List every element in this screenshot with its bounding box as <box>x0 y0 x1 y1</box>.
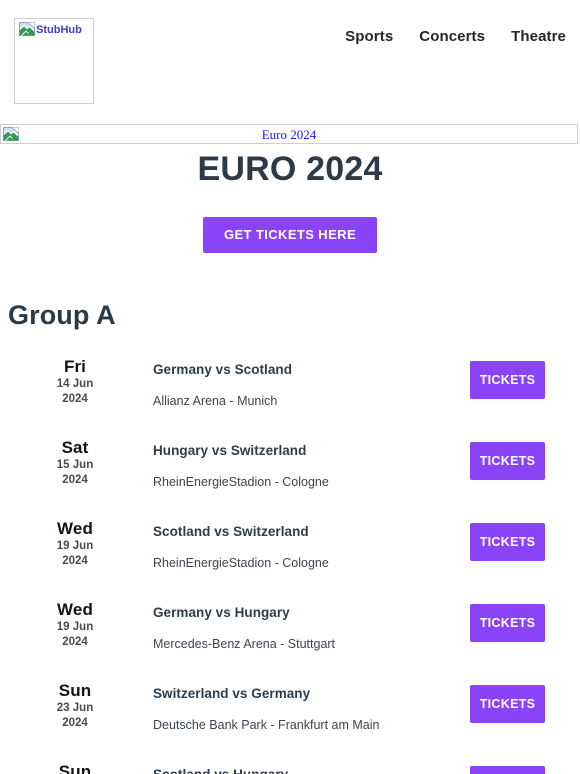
tickets-button[interactable]: TICKETS <box>470 442 545 480</box>
match-date-dm: 19 Jun <box>56 540 94 552</box>
match-year: 2024 <box>62 393 88 405</box>
match-info: Germany vs Hungary Mercedes-Benz Arena -… <box>153 604 420 653</box>
match-date: Fri 14 Jun 2024 <box>20 356 130 407</box>
match-venue: RheinEnergieStadion - Cologne <box>153 556 329 570</box>
match-venue: Deutsche Bank Park - Frankfurt am Main <box>153 718 380 732</box>
match-title[interactable]: Hungary vs Switzerland <box>153 442 420 460</box>
match-venue: Allianz Arena - Munich <box>153 394 278 408</box>
cta-container: GET TICKETS HERE <box>0 217 580 253</box>
hero-banner-image[interactable]: Euro 2024 <box>0 124 578 144</box>
match-date: Sun <box>20 761 130 774</box>
match-date-dm: 19 Jun <box>56 621 94 633</box>
match-day: Fri <box>63 357 87 376</box>
match-date-dm: 15 Jun <box>56 459 94 471</box>
match-day: Sun <box>58 762 92 774</box>
site-logo[interactable]: StubHub <box>14 18 94 104</box>
nav-link-theatre[interactable]: Theatre <box>511 28 566 45</box>
match-info: Germany vs Scotland Allianz Arena - Muni… <box>153 361 420 410</box>
match-info: Hungary vs Switzerland RheinEnergieStadi… <box>153 442 420 491</box>
match-date: Wed 19 Jun 2024 <box>20 599 130 650</box>
group-heading: Group A <box>8 300 116 330</box>
broken-image-icon <box>19 22 35 36</box>
match-title[interactable]: Germany vs Scotland <box>153 361 420 379</box>
match-list: Fri 14 Jun 2024 Germany vs Scotland Alli… <box>0 352 580 774</box>
match-row: Wed 19 Jun 2024 Scotland vs Switzerland … <box>0 514 580 595</box>
match-row: Sat 15 Jun 2024 Hungary vs Switzerland R… <box>0 433 580 514</box>
logo-alt-text: StubHub <box>36 24 82 36</box>
match-day: Sun <box>58 681 92 700</box>
main-navigation: Sports Concerts Theatre <box>345 28 566 45</box>
page-root: StubHub Sports Concerts Theatre Euro 202… <box>0 0 580 774</box>
match-info: Scotland vs Hungary <box>153 766 420 774</box>
match-date-dm: 23 Jun <box>56 702 94 714</box>
match-title[interactable]: Switzerland vs Germany <box>153 685 420 703</box>
match-date: Sat 15 Jun 2024 <box>20 437 130 488</box>
hero-banner-alt-text: Euro 2024 <box>261 127 317 142</box>
nav-link-concerts[interactable]: Concerts <box>419 28 485 45</box>
match-title[interactable]: Scotland vs Hungary <box>153 766 420 774</box>
match-title[interactable]: Scotland vs Switzerland <box>153 523 420 541</box>
match-title[interactable]: Germany vs Hungary <box>153 604 420 622</box>
match-row: Fri 14 Jun 2024 Germany vs Scotland Alli… <box>0 352 580 433</box>
get-tickets-here-button[interactable]: GET TICKETS HERE <box>202 217 378 253</box>
match-row: Wed 19 Jun 2024 Germany vs Hungary Merce… <box>0 595 580 676</box>
match-year: 2024 <box>62 474 88 486</box>
tickets-button[interactable]: TICKETS <box>470 604 545 642</box>
tickets-button[interactable]: TICKETS <box>470 766 545 774</box>
tickets-button[interactable]: TICKETS <box>470 523 545 561</box>
tickets-button[interactable]: TICKETS <box>470 361 545 399</box>
match-day: Wed <box>57 519 93 538</box>
match-date: Sun 23 Jun 2024 <box>20 680 130 731</box>
match-year: 2024 <box>62 717 88 729</box>
match-info: Switzerland vs Germany Deutsche Bank Par… <box>153 685 420 734</box>
logo-broken-image: StubHub <box>18 22 82 38</box>
site-header: StubHub Sports Concerts Theatre <box>0 0 580 120</box>
match-year: 2024 <box>62 636 88 648</box>
hero-banner-alt-wrap: Euro 2024 <box>1 126 577 144</box>
match-venue: Mercedes-Benz Arena - Stuttgart <box>153 637 336 651</box>
match-row: Sun 23 Jun 2024 Switzerland vs Germany D… <box>0 676 580 757</box>
match-date: Wed 19 Jun 2024 <box>20 518 130 569</box>
tickets-button[interactable]: TICKETS <box>470 685 545 723</box>
match-day: Wed <box>57 600 93 619</box>
match-info: Scotland vs Switzerland RheinEnergieStad… <box>153 523 420 572</box>
match-date-dm: 14 Jun <box>56 378 94 390</box>
match-day: Sat <box>61 438 89 457</box>
page-title: EURO 2024 <box>197 150 383 188</box>
match-venue: RheinEnergieStadion - Cologne <box>153 475 329 489</box>
match-year: 2024 <box>62 555 88 567</box>
match-row: Sun Scotland vs Hungary TICKETS <box>0 757 580 774</box>
nav-link-sports[interactable]: Sports <box>345 28 393 45</box>
